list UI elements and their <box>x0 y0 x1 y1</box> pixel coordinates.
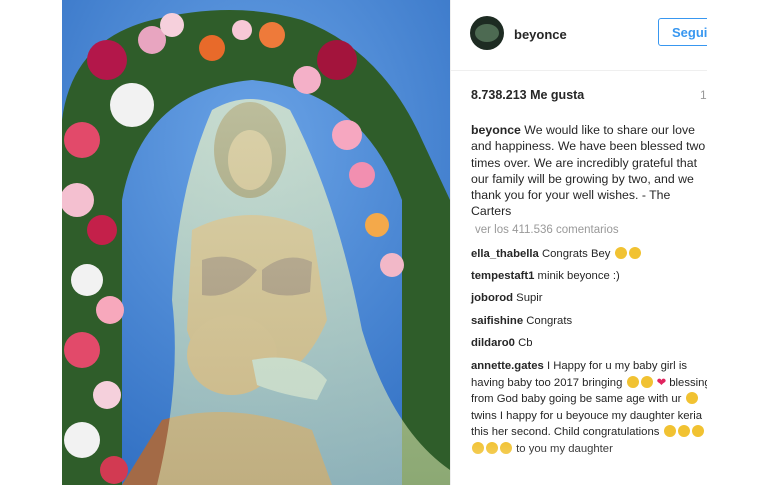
view-all-comments-link[interactable]: ver los 411.536 comentarios <box>475 224 619 236</box>
post-side-panel: beyonce Segui 8.738.213 Me gusta 1 beyon… <box>450 0 708 485</box>
photo-illustration <box>62 0 450 485</box>
comment-item: tempestaft1 minik beyonce :) <box>471 268 708 285</box>
smile-emoji-icon <box>628 247 641 259</box>
caption-username[interactable]: beyonce <box>471 123 521 137</box>
smile-emoji-icon <box>691 425 704 437</box>
smile-emoji-icon <box>614 247 627 259</box>
likes-count[interactable]: 8.738.213 Me gusta <box>471 88 584 102</box>
follow-button[interactable]: Segui <box>658 18 708 46</box>
caption-text: We would like to share our love and happ… <box>471 123 706 219</box>
smile-emoji-icon <box>486 441 498 454</box>
post-caption: beyonce We would like to share our love … <box>471 122 708 220</box>
smile-emoji-icon <box>472 441 484 454</box>
smile-emoji-icon <box>640 375 653 388</box>
comment-item: ella_thabella Congrats Bey <box>471 246 708 263</box>
smile-emoji-icon <box>677 425 690 437</box>
left-margin <box>0 0 62 485</box>
comment-text: minik beyonce :) <box>534 270 620 282</box>
post-username[interactable]: beyonce <box>514 27 567 42</box>
instagram-post-screenshot: beyonce Segui 8.738.213 Me gusta 1 beyon… <box>0 0 770 485</box>
smile-emoji-icon <box>626 375 639 388</box>
comment-text: Congrats <box>523 315 573 327</box>
comment-username[interactable]: annette.gates <box>471 360 544 372</box>
comment-text: Congrats Bey <box>538 248 611 260</box>
comment-text: Supir <box>513 292 543 304</box>
comment-item: annette.gates I Happy for u my baby girl… <box>471 358 708 457</box>
smile-emoji-icon <box>663 425 676 437</box>
comment-username[interactable]: ella_thabella <box>471 248 539 260</box>
comment-item: dildaro0 Cb <box>471 335 708 352</box>
comment-username[interactable]: tempestaft1 <box>471 270 534 282</box>
comment-username[interactable]: dildaro0 <box>471 337 515 349</box>
post-photo[interactable] <box>62 0 450 485</box>
post-date: 1 <box>700 88 707 102</box>
comment-username[interactable]: saifishine <box>471 315 523 327</box>
comment-item: saifishine Congrats <box>471 313 708 330</box>
smile-emoji-icon <box>500 441 512 454</box>
right-margin <box>707 0 770 485</box>
heart-emoji-icon: ❤ <box>656 376 667 389</box>
post-header: beyonce Segui <box>451 0 708 71</box>
comment-username[interactable]: joborod <box>471 292 513 304</box>
comment-text: Cb <box>514 337 533 349</box>
comment-text-continued: to you my daughter <box>516 442 613 455</box>
comment-item: joborod Supir <box>471 290 708 307</box>
avatar[interactable] <box>470 16 504 50</box>
smile-emoji-icon <box>685 392 698 404</box>
